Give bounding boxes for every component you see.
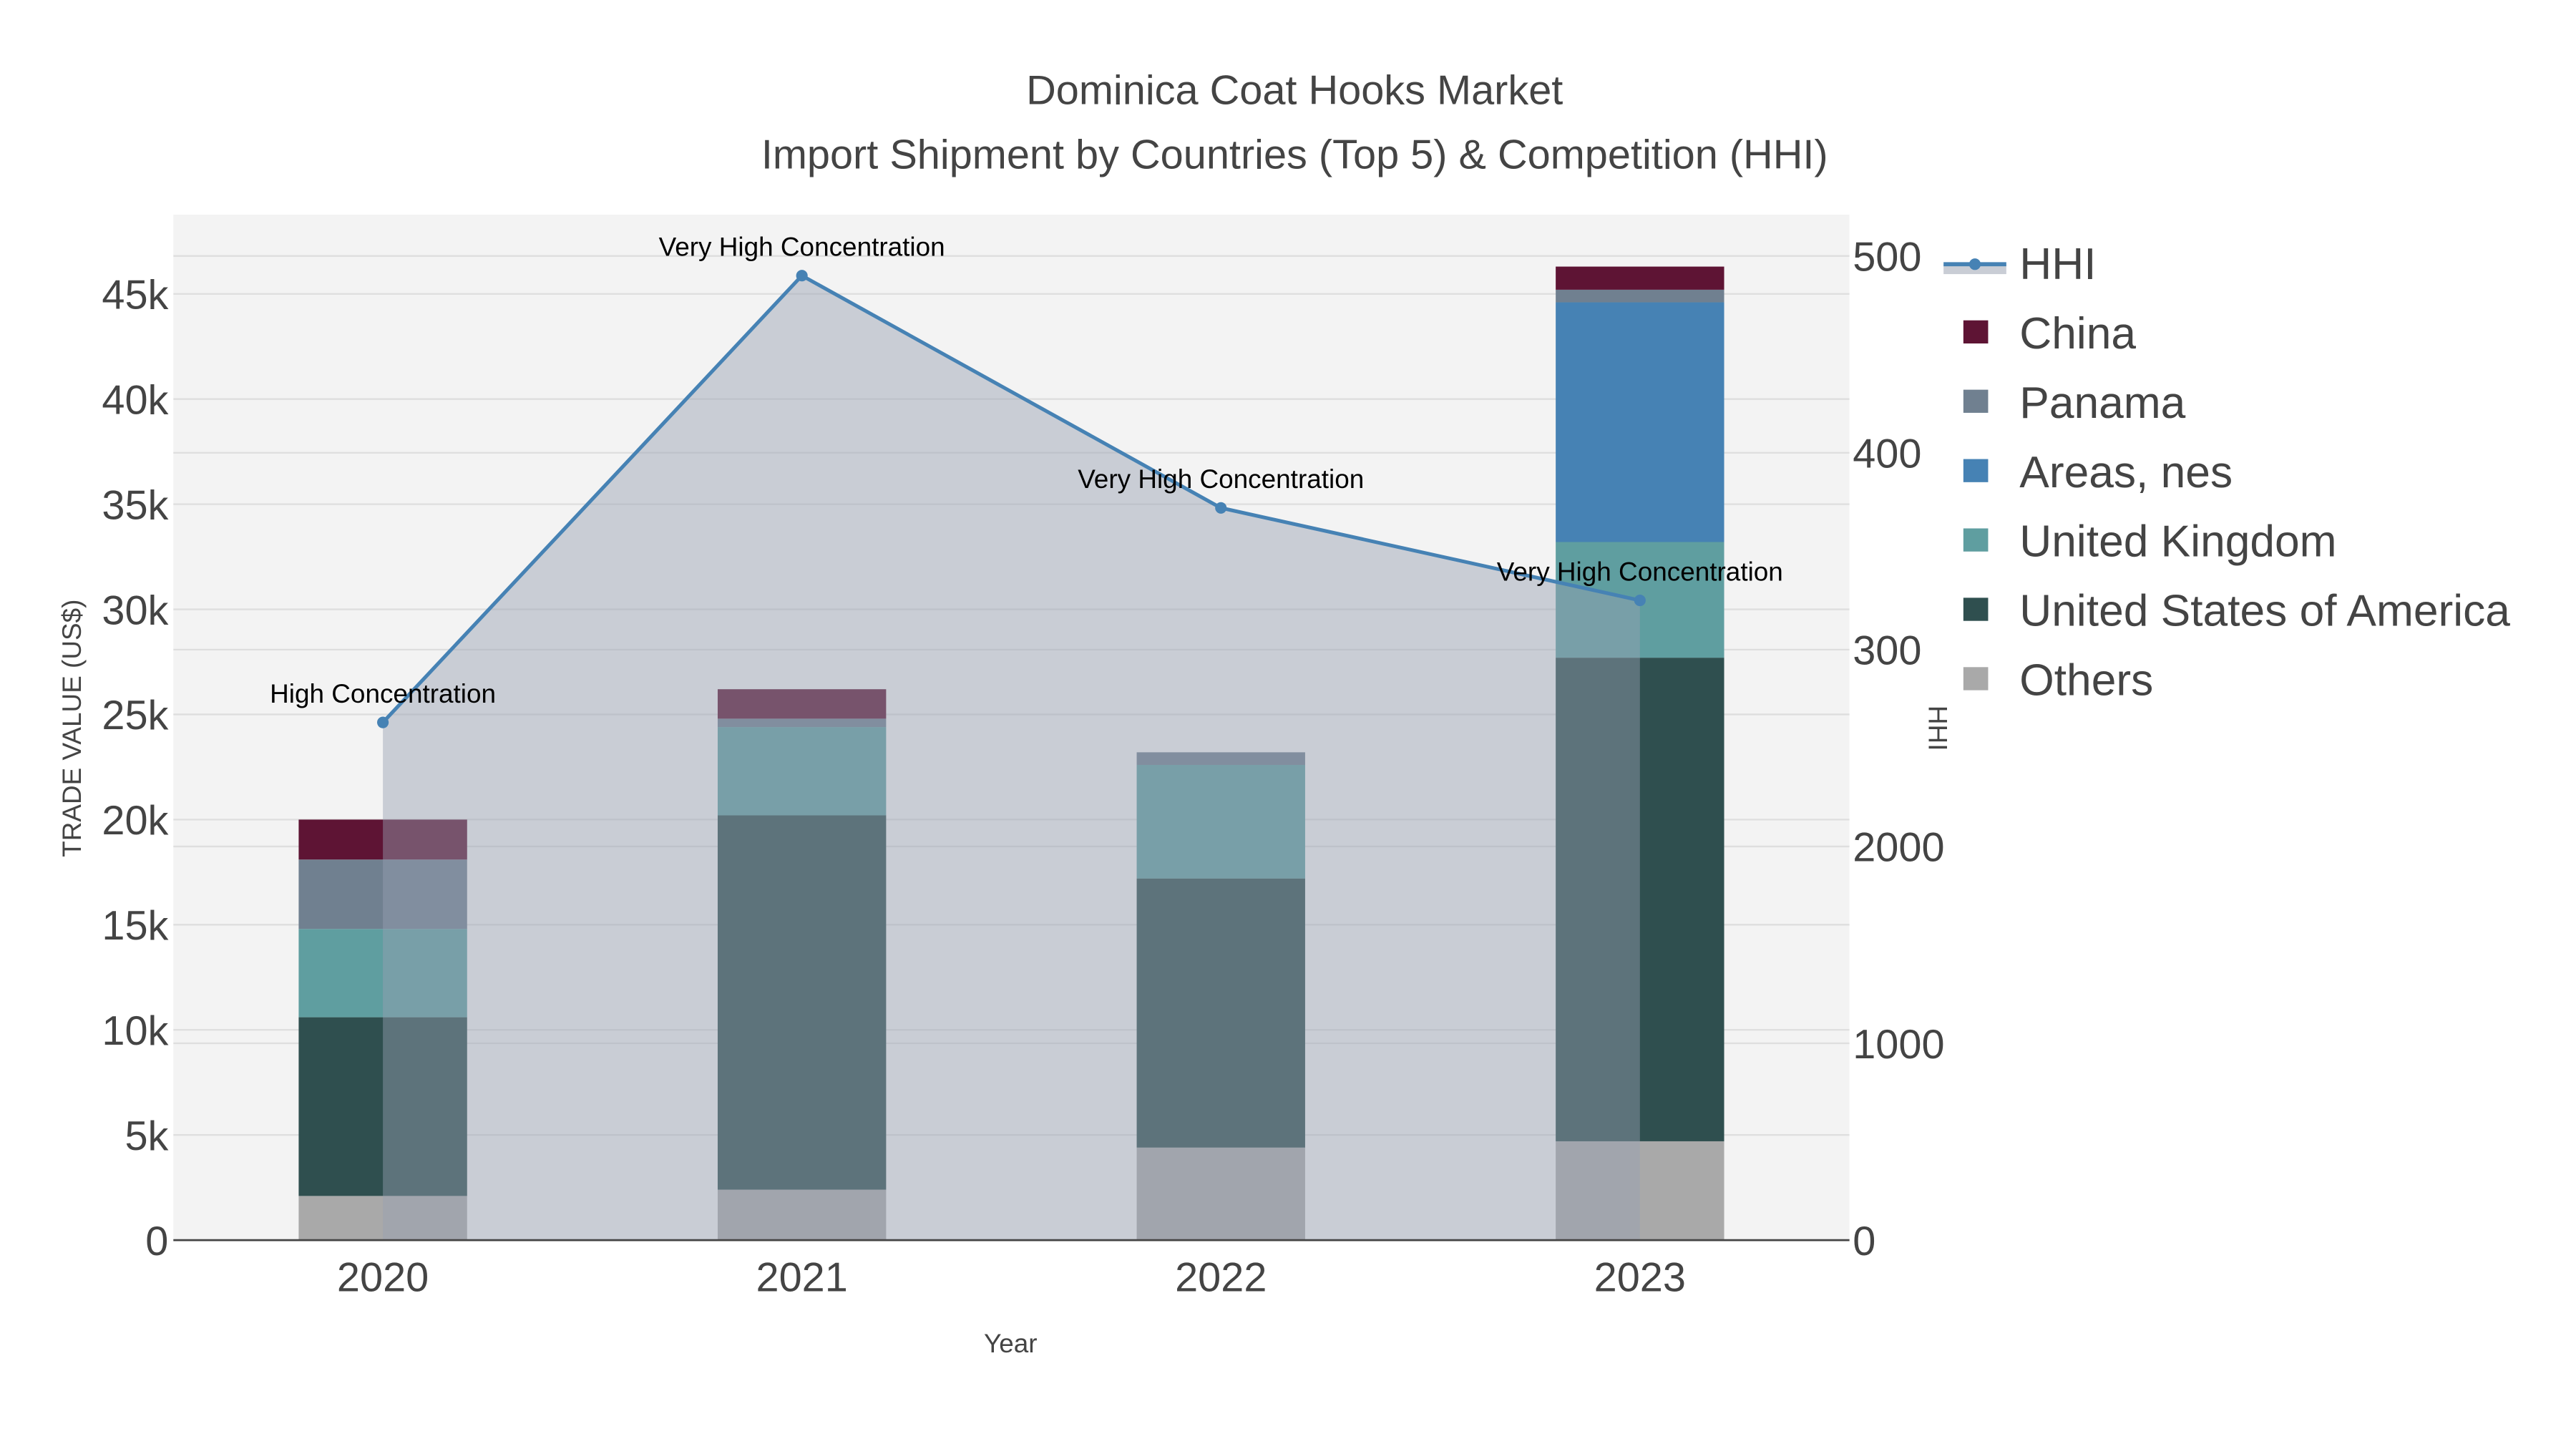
y-tick-label: 15k bbox=[102, 903, 168, 949]
x-axis-ticks: 2020 2021 2022 2023 bbox=[337, 1255, 1686, 1301]
y-tick-label: 40k bbox=[102, 377, 168, 423]
y2-tick-label: 500 bbox=[1853, 234, 1921, 280]
hhi-point bbox=[1215, 502, 1227, 514]
chart-title: Dominica Coat Hooks Market bbox=[1026, 67, 1563, 113]
chart: High Concentration Very High Concentratio… bbox=[57, 67, 2510, 1358]
y-tick-label: 0 bbox=[145, 1219, 168, 1264]
legend-label: Areas, nes bbox=[2019, 448, 2233, 497]
y2-tick-label: 2000 bbox=[1853, 825, 1944, 871]
y-tick-label: 35k bbox=[102, 482, 168, 528]
hhi-annotation: Very High Concentration bbox=[1078, 464, 1364, 494]
x-tick-label: 2022 bbox=[1175, 1255, 1267, 1301]
hhi-annotation: Very High Concentration bbox=[659, 233, 945, 262]
hhi-point bbox=[377, 716, 389, 728]
bar-panama-2023 bbox=[1556, 289, 1724, 303]
hhi-point bbox=[1634, 595, 1646, 607]
legend-swatch bbox=[1963, 459, 1989, 482]
legend-label: United Kingdom bbox=[2019, 517, 2336, 567]
legend-swatch bbox=[1963, 320, 1989, 343]
hhi-point bbox=[796, 270, 808, 282]
y-tick-label: 20k bbox=[102, 798, 168, 844]
bar-areas-nes-2023 bbox=[1556, 302, 1724, 542]
y2-axis-label: HHI bbox=[1923, 706, 1952, 751]
x-tick-label: 2023 bbox=[1594, 1255, 1686, 1301]
y-axis-label: TRADE VALUE (US$) bbox=[57, 600, 87, 857]
y-tick-label: 45k bbox=[102, 273, 168, 318]
legend-label: Panama bbox=[2019, 379, 2185, 428]
legend-label: China bbox=[2019, 309, 2136, 358]
hhi-annotation: Very High Concentration bbox=[1497, 557, 1783, 586]
chart-subtitle: Import Shipment by Countries (Top 5) & C… bbox=[761, 132, 1828, 177]
y-tick-label: 10k bbox=[102, 1008, 168, 1054]
legend: HHI China Panama Areas, nes United Kingdom Un… bbox=[1943, 240, 2510, 706]
x-tick-label: 2020 bbox=[337, 1255, 429, 1301]
y2-tick-label: 400 bbox=[1853, 431, 1921, 477]
y2-tick-label: 300 bbox=[1853, 628, 1921, 674]
y2-tick-label: 1000 bbox=[1853, 1022, 1944, 1068]
y-tick-label: 25k bbox=[102, 693, 168, 738]
legend-label: HHI bbox=[2019, 240, 2096, 289]
legend-swatch bbox=[1963, 389, 1989, 413]
legend-swatch bbox=[1963, 667, 1989, 691]
y-axis-ticks: 0 5k 10k 15k 20k 25k 30k 35k 40k 45k bbox=[102, 273, 168, 1264]
y2-tick-label: 0 bbox=[1853, 1219, 1875, 1264]
y-tick-label: 5k bbox=[125, 1113, 168, 1159]
legend-swatch bbox=[1963, 528, 1989, 552]
x-tick-label: 2021 bbox=[756, 1255, 848, 1301]
legend-label: Others bbox=[2019, 656, 2153, 706]
y-tick-label: 30k bbox=[102, 587, 168, 633]
legend-label: United States of America bbox=[2019, 587, 2510, 636]
legend-swatch bbox=[1963, 597, 1989, 621]
legend-hhi-marker-icon bbox=[1968, 258, 1981, 270]
hhi-annotation: High Concentration bbox=[270, 679, 496, 708]
bar-china-2023 bbox=[1556, 266, 1724, 290]
x-axis-label: Year bbox=[984, 1329, 1038, 1358]
